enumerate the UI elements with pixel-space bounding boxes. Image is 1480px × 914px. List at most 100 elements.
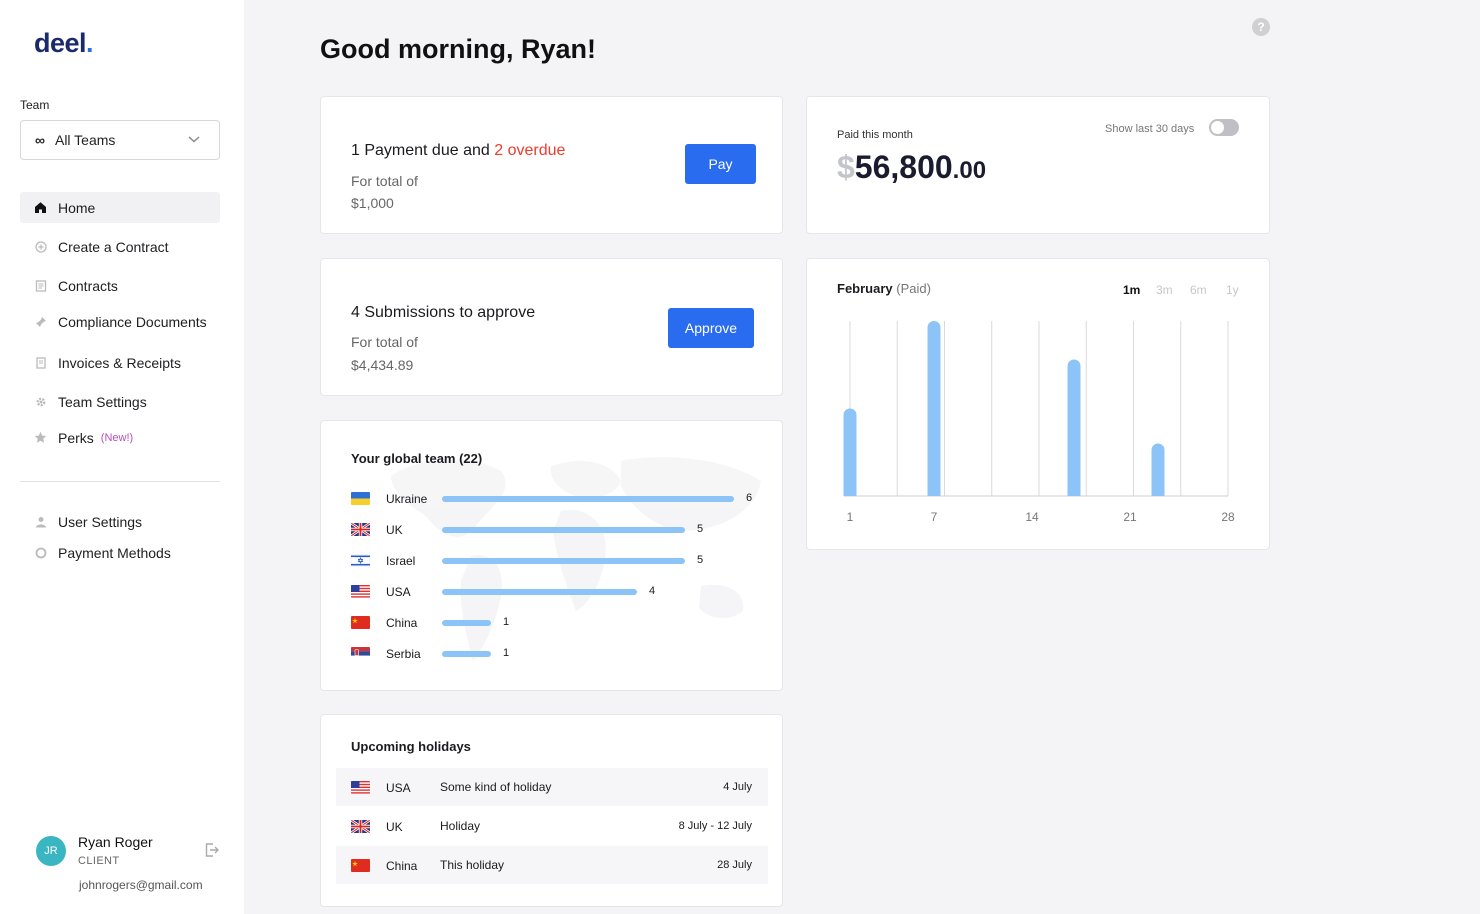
user-icon	[34, 515, 47, 528]
nav-item-team-settings[interactable]: Team Settings	[20, 386, 220, 417]
team-select[interactable]: ∞ All Teams	[20, 120, 220, 160]
receipt-icon	[34, 356, 47, 369]
paid-amount-value: 56,800	[854, 149, 953, 185]
upcoming-holidays-card: Upcoming holidays USA Some kind of holida…	[320, 714, 783, 907]
submissions-total-value: $4,434.89	[351, 357, 414, 373]
israel-flag-icon	[351, 554, 370, 567]
nav-item-compliance-documents[interactable]: Compliance Documents	[20, 306, 220, 337]
document-icon	[34, 279, 47, 292]
user-role: CLIENT	[78, 855, 120, 867]
logout-icon[interactable]	[204, 842, 220, 858]
chart-bar[interactable]	[1067, 359, 1081, 497]
range-1m[interactable]: 1m	[1123, 283, 1140, 297]
toggle-knob	[1211, 121, 1224, 134]
pay-button[interactable]: Pay	[685, 144, 756, 184]
page-title: Good morning, Ryan!	[320, 34, 596, 64]
overdue-link[interactable]: 2 overdue	[494, 142, 565, 159]
world-map-icon	[391, 457, 761, 661]
team-country-bar	[442, 527, 685, 533]
china-flag-icon	[351, 616, 370, 629]
nav-label: Team Settings	[58, 393, 147, 410]
paid-amount: $56,800.00	[837, 149, 986, 186]
show-last-30-days-toggle[interactable]	[1209, 119, 1239, 136]
range-3m[interactable]: 3m	[1156, 283, 1173, 297]
holiday-name: This holiday	[440, 858, 505, 872]
infinity-icon: ∞	[35, 132, 45, 148]
chart-x-tick: 21	[1123, 510, 1137, 524]
approve-button[interactable]: Approve	[668, 308, 754, 348]
holiday-row: USA Some kind of holiday 4 July	[336, 768, 768, 806]
paid-amount-cents: .00	[952, 157, 987, 184]
holiday-country: UK	[386, 820, 403, 834]
user-email: johnrogers@gmail.com	[79, 878, 203, 892]
team-country-count: 6	[746, 492, 753, 504]
chart-x-tick: 7	[931, 510, 938, 524]
star-icon	[34, 431, 47, 444]
payments-chart-card: 1 7 14 21 28 February (Paid) 1m 3m 6m 1y	[806, 258, 1270, 550]
team-label: Team	[20, 98, 50, 112]
chart-bar[interactable]	[843, 408, 857, 497]
perks-new-badge: (New!)	[100, 431, 134, 444]
holiday-date: 8 July - 12 July	[678, 820, 752, 832]
nav-item-create-contract[interactable]: Create a Contract	[20, 231, 220, 262]
nav-label: Contracts	[58, 277, 118, 294]
payment-due-title: 1 Payment due and 2 overdue	[351, 142, 565, 160]
uk-flag-icon	[351, 523, 370, 536]
range-1y[interactable]: 1y	[1226, 283, 1239, 297]
submissions-title: 4 Submissions to approve	[351, 304, 536, 321]
nav-item-contracts[interactable]: Contracts	[20, 270, 220, 301]
nav-label: Payment Methods	[58, 544, 171, 561]
team-select-value: All Teams	[54, 132, 116, 148]
team-country-count: 1	[503, 616, 510, 628]
payment-due-text: 1 Payment due and	[351, 142, 495, 159]
china-flag-icon	[351, 859, 370, 872]
team-country-name: UK	[386, 523, 403, 537]
holiday-name: Some kind of holiday	[440, 780, 552, 794]
sidebar: deel. Team ∞ All Teams Home Create a Con…	[0, 0, 244, 914]
chart-bar[interactable]	[1151, 443, 1165, 497]
nav-item-payment-methods[interactable]: Payment Methods	[20, 537, 220, 568]
nav-item-perks[interactable]: Perks (New!)	[20, 422, 220, 453]
holiday-country: USA	[386, 781, 411, 795]
team-country-name: USA	[386, 585, 411, 599]
home-icon	[34, 201, 47, 214]
usa-flag-icon	[351, 585, 370, 598]
nav-item-user-settings[interactable]: User Settings	[20, 506, 220, 537]
range-6m[interactable]: 6m	[1190, 283, 1207, 297]
holiday-row: China This holiday 28 July	[336, 846, 768, 884]
nav-item-home[interactable]: Home	[20, 192, 220, 223]
holidays-title: Upcoming holidays	[351, 739, 471, 754]
payments-bar-chart: 1 7 14 21 28	[843, 321, 1235, 524]
chart-bar[interactable]	[927, 321, 941, 496]
paid-this-month-card: Paid this month $56,800.00 Show last 30 …	[806, 96, 1270, 234]
team-country-bar	[442, 651, 491, 657]
logo-dot: .	[86, 28, 94, 58]
payment-total-value: $1,000	[351, 195, 394, 211]
show-last-30-days-label: Show last 30 days	[1105, 123, 1195, 135]
paid-label: Paid this month	[837, 129, 913, 141]
plus-circle-icon	[34, 240, 47, 253]
team-country-count: 1	[503, 647, 510, 659]
payment-due-card: 1 Payment due and 2 overdue For total of…	[320, 96, 783, 234]
holiday-country: China	[386, 859, 418, 873]
chevron-down-icon	[188, 136, 200, 143]
global-team-title: Your global team (22)	[351, 451, 483, 466]
circle-icon	[34, 546, 47, 559]
nav-label: Compliance Documents	[58, 313, 207, 330]
gear-icon	[34, 395, 47, 408]
help-icon[interactable]: ?	[1252, 18, 1270, 36]
logo-text: deel	[34, 28, 87, 58]
pin-icon	[34, 315, 47, 328]
global-team-card: Your global team (22) Ukraine 6 UK 5 Israel 5…	[320, 420, 783, 691]
chart-title: February (Paid)	[837, 281, 931, 296]
nav-item-invoices-receipts[interactable]: Invoices & Receipts	[20, 347, 220, 378]
user-profile: JR Ryan Roger CLIENT johnrogers@gmail.co…	[36, 832, 226, 902]
chart-status: (Paid)	[896, 281, 931, 296]
nav-label: User Settings	[58, 513, 143, 530]
sidebar-divider	[20, 481, 220, 482]
avatar[interactable]: JR	[36, 836, 66, 866]
deel-logo[interactable]: deel.	[34, 28, 94, 59]
chart-x-tick: 14	[1025, 510, 1039, 524]
submissions-card: 4 Submissions to approve For total of $4…	[320, 258, 783, 396]
holiday-row: UK Holiday 8 July - 12 July	[336, 807, 768, 845]
